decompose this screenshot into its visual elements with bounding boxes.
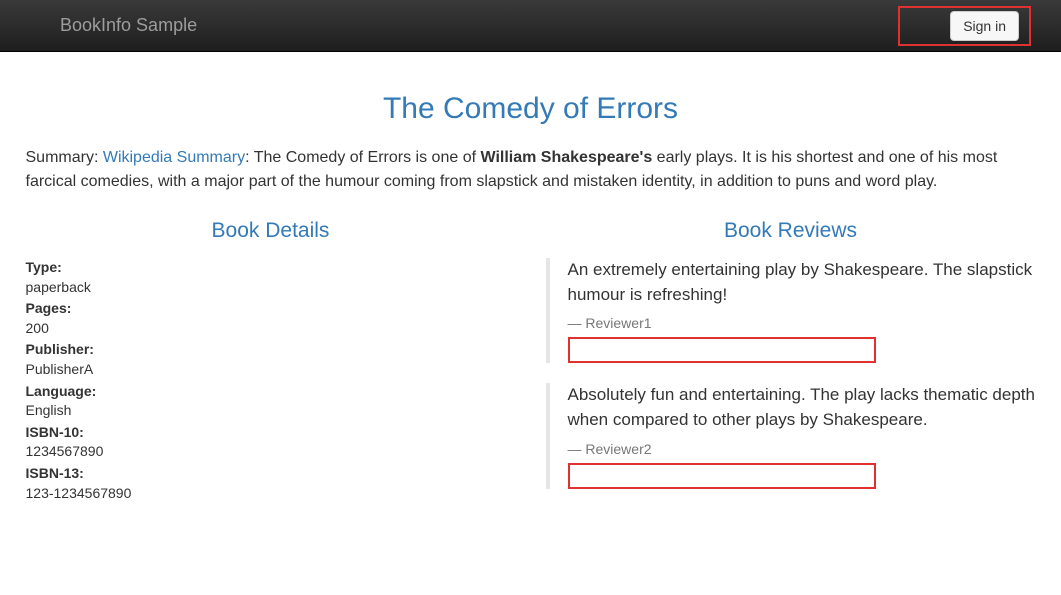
detail-row: Publisher: PublisherA (26, 340, 516, 379)
review-item: Absolutely fun and entertaining. The pla… (546, 383, 1036, 488)
navbar-right: Sign in (898, 6, 1041, 46)
detail-value: PublisherA (26, 360, 516, 380)
navbar: BookInfo Sample Sign in (0, 0, 1061, 52)
review-author: — Reviewer2 (568, 441, 1036, 457)
detail-value: 1234567890 (26, 442, 516, 462)
detail-row: ISBN-13: 123-1234567890 (26, 464, 516, 503)
detail-row: Type: paperback (26, 258, 516, 297)
detail-label: Pages: (26, 300, 72, 316)
columns: Book Details Type: paperback Pages: 200 … (26, 219, 1036, 509)
review-text: An extremely entertaining play by Shakes… (568, 258, 1036, 307)
review-text: Absolutely fun and entertaining. The pla… (568, 383, 1036, 432)
detail-row: Pages: 200 (26, 299, 516, 338)
summary-paragraph: Summary: Wikipedia Summary: The Comedy o… (26, 146, 1036, 194)
detail-row: ISBN-10: 1234567890 (26, 423, 516, 462)
summary-colon: : (245, 149, 254, 166)
detail-value: 123-1234567890 (26, 484, 516, 504)
navbar-brand[interactable]: BookInfo Sample (60, 15, 197, 36)
detail-label: Type: (26, 259, 62, 275)
summary-bold: William Shakespeare's (480, 149, 652, 166)
detail-value: paperback (26, 278, 516, 298)
details-list: Type: paperback Pages: 200 Publisher: Pu… (26, 258, 516, 503)
detail-label: ISBN-10: (26, 424, 84, 440)
review-item: An extremely entertaining play by Shakes… (546, 258, 1036, 363)
summary-part1: The Comedy of Errors is one of (254, 149, 481, 166)
details-heading: Book Details (26, 219, 516, 243)
detail-label: Language: (26, 383, 97, 399)
wikipedia-link[interactable]: Wikipedia Summary (103, 149, 245, 166)
detail-row: Language: English (26, 382, 516, 421)
detail-label: ISBN-13: (26, 465, 84, 481)
details-column: Book Details Type: paperback Pages: 200 … (26, 219, 516, 509)
review-author: — Reviewer1 (568, 315, 1036, 331)
signin-highlight-box: Sign in (898, 6, 1031, 46)
detail-value: English (26, 401, 516, 421)
summary-label: Summary: (26, 149, 103, 166)
rating-highlight-box (568, 337, 876, 363)
rating-highlight-box (568, 463, 876, 489)
page-title: The Comedy of Errors (26, 92, 1036, 126)
signin-button[interactable]: Sign in (950, 11, 1019, 41)
detail-label: Publisher: (26, 341, 94, 357)
main-container: The Comedy of Errors Summary: Wikipedia … (11, 52, 1051, 529)
reviews-column: Book Reviews An extremely entertaining p… (546, 219, 1036, 509)
reviews-heading: Book Reviews (546, 219, 1036, 243)
detail-value: 200 (26, 319, 516, 339)
